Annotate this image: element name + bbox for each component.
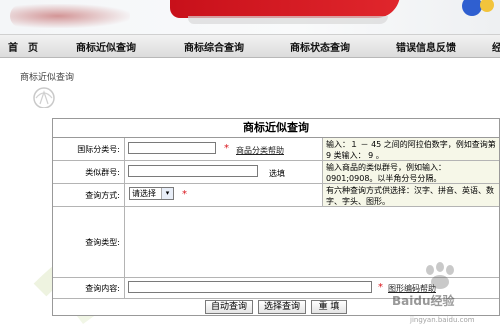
nav-error-feedback[interactable]: 错误信息反馈	[396, 39, 456, 54]
query-mode-required: *	[182, 189, 187, 200]
banner-yellow-dot	[480, 0, 494, 12]
group-no-hint: 输入商品的类似群号，例如输入：0901;0908。以半角分号分隔。	[322, 161, 499, 183]
watermark-sub: jingyan.baidu.com	[410, 316, 475, 324]
header-banner	[0, 0, 500, 34]
chevron-down-icon[interactable]: ▾	[161, 188, 173, 199]
banner-blue-dot	[462, 0, 482, 16]
query-content-label: 查询内容:	[53, 278, 125, 298]
query-mode-hint: 有六种查询方式供选择：汉字、拼音、英语、数字、字头、图形。	[322, 184, 499, 206]
row-class-no: 国际分类号: * 商品分类帮助 输入：１ － 45 之间的阿拉伯数字，例如查询第…	[53, 138, 499, 161]
group-no-optional-note: 选填	[269, 169, 285, 178]
class-no-input[interactable]	[128, 142, 216, 154]
form-title: 商标近似查询	[53, 119, 499, 138]
emblem-icon	[33, 87, 55, 108]
watermark: Baidu经验	[392, 294, 455, 308]
group-no-label: 类似群号:	[53, 161, 125, 183]
row-query-mode: 查询方式: 请选择 ▾ * 有六种查询方式供选择：汉字、拼音、英语、数字、字头、…	[53, 184, 499, 207]
class-no-hint: 输入：１ － 45 之间的阿拉伯数字，例如查询第 9 类输入： 9 。	[322, 138, 499, 160]
reset-button[interactable]: 重 填	[311, 300, 347, 314]
breadcrumb: 商标近似查询	[20, 73, 75, 83]
nav-home[interactable]: 首 页	[8, 39, 38, 54]
top-nav: 首 页 商标近似查询 商标综合查询 商标状态查询 错误信息反馈 经	[0, 34, 500, 58]
paw-icon	[426, 262, 454, 289]
query-content-required: *	[378, 282, 383, 293]
select-search-button[interactable]: 选择查询	[258, 300, 306, 314]
banner-swoosh-shadow	[188, 16, 388, 24]
group-no-input[interactable]	[128, 165, 258, 177]
nav-more[interactable]: 经	[492, 39, 500, 54]
nav-comprehensive-search[interactable]: 商标综合查询	[184, 39, 244, 54]
query-mode-selected: 请选择	[132, 189, 156, 198]
nav-status-search[interactable]: 商标状态查询	[290, 39, 350, 54]
auto-search-button[interactable]: 自动查询	[205, 300, 253, 314]
query-content-input[interactable]	[128, 281, 372, 293]
query-mode-select[interactable]: 请选择 ▾	[129, 187, 174, 200]
class-no-label: 国际分类号:	[53, 138, 125, 160]
class-no-required: *	[224, 143, 229, 154]
class-help-link[interactable]: 商品分类帮助	[236, 145, 284, 156]
query-mode-label: 查询方式:	[53, 184, 125, 206]
row-group-no: 类似群号: 选填 输入商品的类似群号，例如输入：0901;0908。以半角分号分…	[53, 161, 499, 184]
site-logo	[10, 4, 130, 28]
nav-similar-search[interactable]: 商标近似查询	[76, 39, 136, 54]
query-type-label: 查询类型:	[53, 207, 125, 277]
